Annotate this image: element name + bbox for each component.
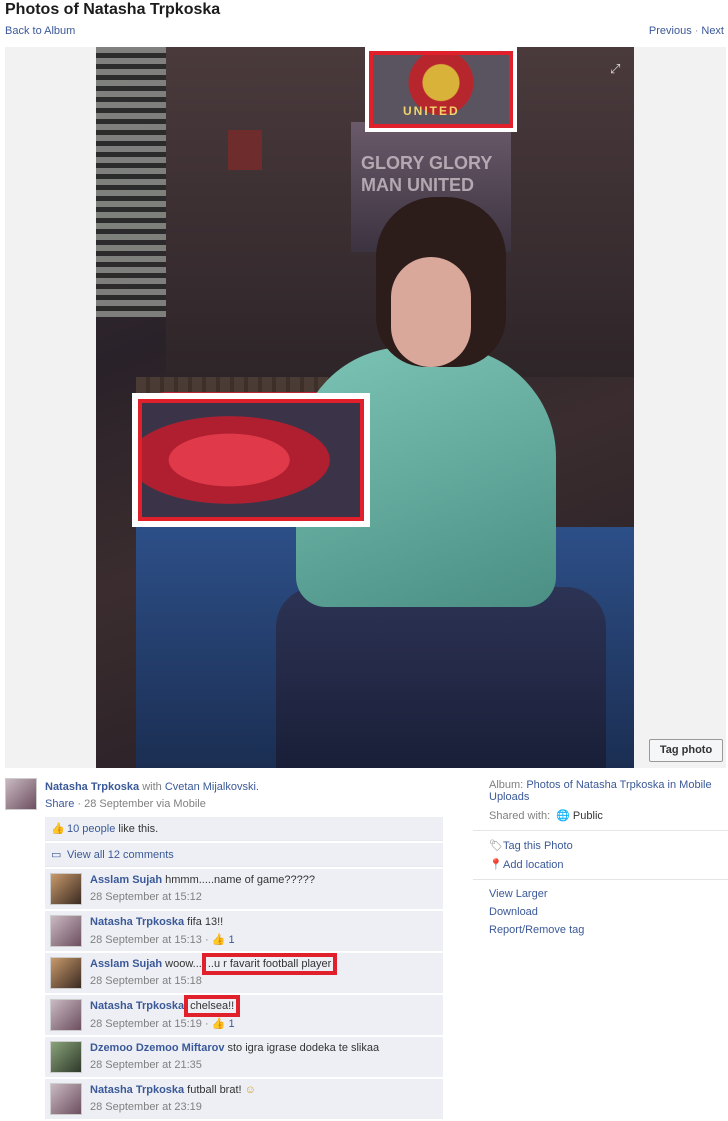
photo-blinds — [96, 47, 166, 317]
commenter-avatar[interactable] — [50, 1041, 82, 1073]
report-remove-tag-link[interactable]: Report/Remove tag — [489, 924, 584, 936]
comment-time[interactable]: 28 September at 15:18 — [90, 975, 202, 987]
likes-link[interactable]: 10 people — [67, 823, 115, 835]
comment-author[interactable]: Natasha Trpkoska — [90, 1084, 184, 1096]
comment-bubble-icon: ▭ — [51, 849, 62, 861]
comment-time[interactable]: 28 September at 15:19 · — [90, 1018, 209, 1030]
tag-this-photo-item[interactable]: 🏷Tag this Photo — [489, 839, 727, 852]
photo-legs — [276, 587, 606, 768]
with-text: with — [142, 781, 162, 793]
album-label: Album: — [489, 779, 524, 791]
comment-like-count: 1 — [228, 1018, 235, 1030]
comment-likes[interactable]: 👍 1 — [212, 934, 235, 946]
owner-avatar[interactable] — [5, 778, 37, 810]
owner-line: Natasha Trpkoska with Cvetan Mijalkovski… — [45, 781, 259, 793]
likes-suffix: like this. — [118, 823, 159, 835]
comment-text: hmmm.....name of game????? — [165, 874, 315, 886]
previous-link[interactable]: Previous — [649, 25, 692, 37]
page-title: Photos of Natasha Trpkoska — [5, 1, 221, 18]
download-link[interactable]: Download — [489, 906, 538, 918]
photo-stage: GLORY GLORY MAN UNITED UNITED ⤢ Tag phot… — [5, 47, 726, 768]
commenter-avatar[interactable] — [50, 999, 82, 1031]
nav-separator: · — [694, 25, 699, 37]
add-location-item[interactable]: 📍Add location — [489, 858, 727, 871]
photo-sidebar: Album: Photos of Natasha Trpkoska in Mob… — [473, 779, 728, 942]
owner-meta-line: Share · 28 September via Mobile — [45, 798, 206, 810]
comment-text: sto igra igrase dodeka te slikaa — [227, 1042, 380, 1054]
comment-item: Natasha Trpkoska chelsea!! 28 September a… — [45, 995, 443, 1035]
view-larger-link[interactable]: View Larger — [489, 888, 548, 900]
tag-photo-button[interactable]: Tag photo — [649, 739, 723, 762]
comment-time[interactable]: 28 September at 23:19 — [90, 1101, 202, 1113]
comment-author[interactable]: Natasha Trpkoska — [90, 1000, 184, 1012]
comment-author[interactable]: Natasha Trpkoska — [90, 916, 184, 928]
view-all-comments-link[interactable]: View all 12 comments — [67, 849, 174, 861]
comment-time[interactable]: 28 September at 15:12 — [90, 891, 202, 903]
shared-with-label: Shared with: — [489, 810, 551, 822]
comment-text: fifa 13!! — [187, 916, 224, 928]
crest-highlight-box: UNITED — [369, 51, 513, 128]
next-link[interactable]: Next — [701, 25, 724, 37]
tagged-user[interactable]: Cvetan Mijalkovski. — [165, 781, 259, 793]
album-info: Album: Photos of Natasha Trpkoska in Mob… — [489, 779, 727, 803]
thumbs-up-icon: 👍 — [51, 823, 65, 835]
thumbs-up-icon: 👍 — [211, 934, 226, 946]
share-link[interactable]: Share — [45, 798, 74, 810]
comment-item: Natasha Trpkoska futball brat! ☺ 28 Septe… — [45, 1079, 443, 1119]
crest-text: UNITED — [403, 104, 460, 118]
poster-text: GLORY GLORY MAN UNITED — [361, 153, 493, 195]
commenter-avatar[interactable] — [50, 873, 82, 905]
feedback: 👍 10 people like this. ▭ View all 12 comme… — [45, 817, 443, 1121]
album-link[interactable]: Photos of Natasha Trpkoska in Mobile Upl… — [489, 779, 712, 803]
privacy-value[interactable]: Public — [573, 810, 603, 822]
divider — [473, 830, 728, 831]
comment-item: Asslam Sujah hmmm.....name of game????? 2… — [45, 869, 443, 909]
location-pin-icon: 📍 — [489, 859, 503, 871]
comment-author[interactable]: Asslam Sujah — [90, 874, 162, 886]
comment-item: Asslam Sujah woow... ..u r favarit footbal… — [45, 953, 443, 993]
comment-time[interactable]: 28 September at 15:13 · — [90, 934, 209, 946]
comment-time[interactable]: 28 September at 21:35 — [90, 1059, 202, 1071]
add-location-link[interactable]: Add location — [503, 859, 564, 871]
view-all-row: ▭ View all 12 comments — [45, 843, 443, 867]
comment-text: woow... — [165, 958, 202, 970]
divider — [473, 879, 728, 880]
shared-with: Shared with: 🌐 Public — [489, 809, 727, 822]
comment-author[interactable]: Dzemoo Dzemoo Miftarov — [90, 1042, 224, 1054]
highlighted-comment-text: chelsea!! — [184, 995, 241, 1017]
comment-like-count: 1 — [228, 934, 235, 946]
expand-icon[interactable]: ⤢ — [610, 61, 626, 77]
globe-icon: 🌐 — [556, 810, 570, 822]
tag-this-photo-link[interactable]: Tag this Photo — [503, 840, 573, 852]
photo-face — [391, 257, 471, 367]
comment-text: futball brat! — [187, 1084, 242, 1096]
commenter-avatar[interactable] — [50, 957, 82, 989]
comment-item: Natasha Trpkoska fifa 13!! 28 September a… — [45, 911, 443, 951]
likes-row: 👍 10 people like this. — [45, 817, 443, 841]
commenter-avatar[interactable] — [50, 1083, 82, 1115]
crest-highlight: UNITED — [365, 47, 517, 132]
post-meta: · 28 September via Mobile — [77, 798, 206, 810]
photo-nav: Previous · Next — [649, 25, 724, 37]
highlighted-comment-text: ..u r favarit football player — [201, 953, 338, 975]
photo-flag — [228, 130, 262, 170]
pillow-highlight-box — [138, 399, 364, 521]
pillow-highlight — [132, 393, 370, 527]
comment-author[interactable]: Asslam Sujah — [90, 958, 162, 970]
comment-likes[interactable]: 👍 1 — [212, 1018, 235, 1030]
back-to-album-link[interactable]: Back to Album — [5, 25, 75, 37]
owner-name[interactable]: Natasha Trpkoska — [45, 781, 139, 793]
smiley-icon: ☺ — [244, 1084, 256, 1096]
comment-item: Dzemoo Dzemoo Miftarov sto igra igrase do… — [45, 1037, 443, 1077]
tag-icon: 🏷 — [489, 840, 503, 852]
thumbs-up-icon: 👍 — [211, 1018, 226, 1030]
commenter-avatar[interactable] — [50, 915, 82, 947]
